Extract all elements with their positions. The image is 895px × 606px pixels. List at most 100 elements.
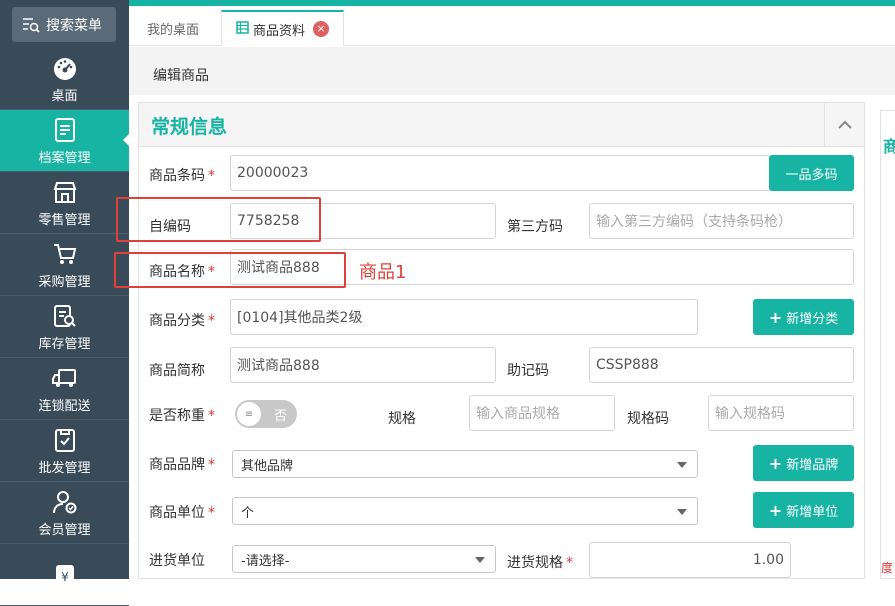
svg-text:¥: ¥ — [61, 570, 69, 584]
purchase-spec-input[interactable]: 1.00 — [589, 542, 791, 578]
menu-search-icon — [23, 17, 40, 33]
annotation-box — [114, 252, 346, 288]
brand-select-value: 其他品牌 — [241, 458, 294, 474]
mnemonic-input[interactable]: CSSP888 — [589, 347, 854, 383]
spec-label: 规格 — [388, 411, 416, 427]
add-brand-label: 新增品牌 — [786, 457, 839, 473]
sidebar-item-label: 库存管理 — [38, 337, 91, 352]
add-brand-button[interactable]: + 新增品牌 — [753, 445, 854, 481]
sidebar-nav: 桌面 档案管理 零售管理 采购管理 库存管理 连锁配送 批发管理 会员管理 ¥ — [0, 48, 129, 606]
search-menu-label: 搜索菜单 — [46, 17, 102, 34]
sidebar-item-distribution[interactable]: 连锁配送 — [0, 358, 129, 420]
panel-title: 常规信息 — [151, 116, 228, 138]
add-unit-button[interactable]: + 新增单位 — [753, 492, 854, 528]
sidebar-item-label: 桌面 — [51, 89, 78, 104]
sidebar-item-inventory[interactable]: 库存管理 — [0, 296, 129, 358]
add-category-button[interactable]: + 新增分类 — [753, 299, 854, 335]
chevron-down-icon — [677, 462, 687, 468]
tab-product-info[interactable]: 商品资料 × — [221, 10, 345, 46]
sidebar-item-purchase[interactable]: 采购管理 — [0, 234, 129, 296]
unit-select[interactable]: 个 — [232, 497, 698, 525]
sidebar: 搜索菜单 桌面 档案管理 零售管理 采购管理 库存管理 连锁配送 批发管理 会员… — [0, 0, 129, 606]
page-header: 编辑商品 — [129, 47, 895, 95]
third-code-input[interactable]: 输入第三方编码（支持条码枪） — [589, 203, 854, 239]
sidebar-item-label: 连锁配送 — [38, 399, 91, 414]
tab-bar: 我的桌面 商品资料 × — [129, 6, 895, 46]
annotation-text: 商品1 — [359, 262, 407, 283]
short-name-label: 商品简称 — [149, 363, 205, 379]
spec-code-input[interactable]: 输入规格码 — [708, 395, 854, 431]
page-title: 编辑商品 — [153, 68, 209, 84]
multi-code-button[interactable]: 一品多码 — [769, 155, 854, 191]
brand-label: 商品品牌 * — [149, 454, 215, 474]
sidebar-item-wholesale[interactable]: 批发管理 — [0, 420, 129, 482]
weighing-label-text: 是否称重 — [149, 408, 205, 424]
spec-code-label: 规格码 — [627, 411, 669, 427]
add-category-label: 新增分类 — [786, 311, 839, 327]
search-menu-button[interactable]: 搜索菜单 — [12, 7, 116, 42]
plus-icon: + — [768, 500, 783, 520]
required-mark: * — [208, 168, 215, 184]
table-icon — [236, 20, 249, 38]
close-icon[interactable]: × — [313, 21, 330, 37]
sidebar-item-label: 零售管理 — [38, 213, 91, 228]
tab-home-label: 我的桌面 — [147, 22, 200, 38]
purchase-unit-label: 进货单位 — [149, 553, 205, 569]
toggle-state: 否 — [273, 409, 287, 424]
unit-label: 商品单位 * — [149, 502, 215, 522]
required-mark: * — [208, 505, 215, 521]
plus-icon: + — [768, 453, 783, 473]
add-unit-label: 新增单位 — [786, 504, 839, 520]
short-name-input[interactable]: 测试商品888 — [230, 347, 496, 383]
right-panel-text: 度 — [881, 561, 894, 575]
barcode-input[interactable]: 20000023 — [230, 155, 771, 191]
panel-header: 常规信息 — [139, 103, 864, 147]
annotation-box — [116, 197, 321, 242]
sidebar-item-label: 采购管理 — [38, 275, 91, 290]
purchase-spec-label-text: 进货规格 — [507, 555, 563, 571]
required-mark: * — [566, 555, 573, 571]
third-code-label: 第三方码 — [507, 219, 563, 235]
collapse-icon[interactable] — [824, 103, 864, 146]
tab-product-info-label: 商品资料 — [253, 23, 306, 39]
archive-icon — [50, 115, 80, 145]
sidebar-item-desktop[interactable]: 桌面 — [0, 48, 129, 110]
category-label-text: 商品分类 — [149, 313, 205, 329]
chevron-down-icon — [475, 557, 485, 563]
sidebar-item-retail[interactable]: 零售管理 — [0, 172, 129, 234]
truck-icon — [50, 363, 80, 393]
sidebar-item-archive[interactable]: 档案管理 — [0, 110, 129, 172]
weighing-label: 是否称重 * — [149, 405, 215, 425]
purchase-spec-label: 进货规格 * — [507, 552, 573, 572]
weighing-toggle[interactable]: ≡ 否 — [235, 400, 297, 428]
brand-select[interactable]: 其他品牌 — [232, 450, 698, 478]
sidebar-item-finance[interactable]: ¥ — [0, 544, 129, 606]
purchase-unit-select[interactable]: -请选择- — [232, 545, 496, 573]
store-icon — [50, 177, 80, 207]
right-panel-title: 商 — [883, 137, 895, 156]
sidebar-item-label: 档案管理 — [38, 151, 91, 166]
unit-select-value: 个 — [241, 505, 255, 521]
mnemonic-label: 助记码 — [507, 363, 549, 379]
money-icon: ¥ — [50, 559, 80, 589]
barcode-label-text: 商品条码 — [149, 168, 205, 184]
category-input[interactable]: [0104]其他品类2级 — [230, 299, 698, 335]
tab-home[interactable]: 我的桌面 — [133, 10, 213, 46]
required-mark: * — [208, 408, 215, 424]
barcode-label: 商品条码 * — [149, 165, 215, 185]
purchase-unit-value: -请选择- — [241, 553, 290, 569]
chevron-down-icon — [677, 509, 687, 515]
inventory-icon — [50, 301, 80, 331]
required-mark: * — [208, 457, 215, 473]
required-mark: * — [208, 313, 215, 329]
sidebar-item-member[interactable]: 会员管理 — [0, 482, 129, 544]
brand-label-text: 商品品牌 — [149, 457, 205, 473]
member-icon — [50, 487, 80, 517]
spec-input[interactable]: 输入商品规格 — [469, 395, 615, 431]
wholesale-icon — [50, 425, 80, 455]
sidebar-item-label: 批发管理 — [38, 461, 91, 476]
dashboard-icon — [50, 53, 80, 83]
cart-icon — [50, 239, 80, 269]
sidebar-item-label: 会员管理 — [38, 523, 91, 538]
right-panel: 商 度 — [880, 110, 895, 579]
